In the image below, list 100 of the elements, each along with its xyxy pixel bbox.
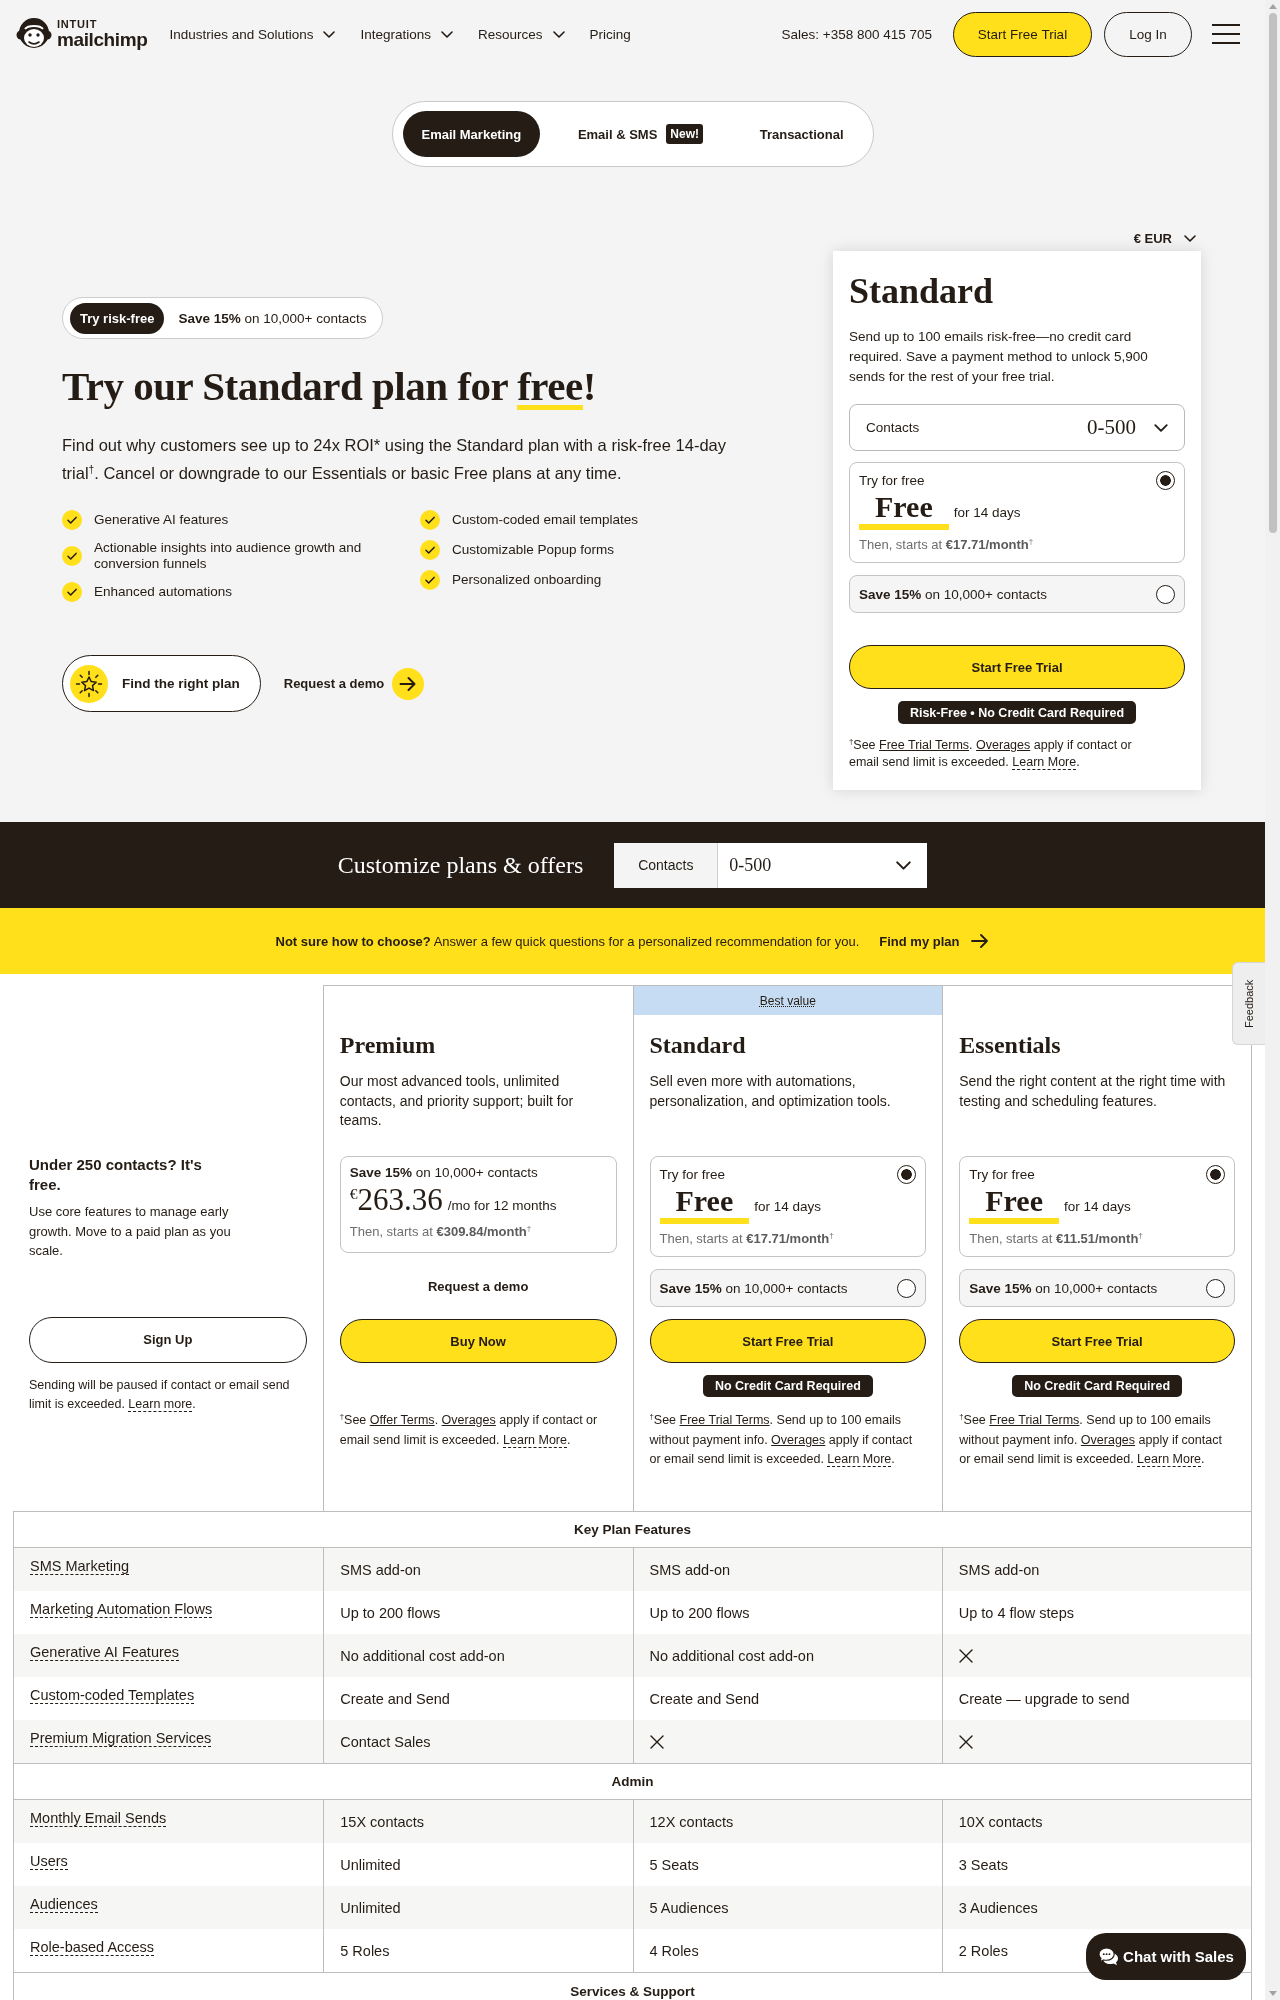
nav-item[interactable]: Pricing [589, 26, 631, 42]
feature-label[interactable]: Audiences [30, 1896, 98, 1913]
text-link[interactable]: Offer Terms [369, 1413, 435, 1427]
nav-item[interactable]: Resources [478, 26, 565, 42]
radio-button[interactable] [1156, 584, 1175, 604]
price-note: Then, starts at €11.51/month$^{†}$ [969, 1231, 1144, 1247]
cta-button[interactable]: Start Free Trial [959, 1319, 1235, 1363]
chevron-down-icon [1154, 423, 1168, 432]
price-period: /mo for 12 months [447, 1198, 557, 1213]
option-label: Try for free [659, 1166, 725, 1183]
cta-button[interactable]: Buy Now [339, 1319, 617, 1363]
footnote: $^{†}$See Free Trial Terms. Send up to 100 emails without payment info. Overages apply if contact or email send limit is exceeded. Learn More. [959, 1411, 1223, 1469]
radio-button[interactable] [1206, 1278, 1225, 1298]
plan-option[interactable]: Save 15% on 10,000+ contacts [959, 1269, 1235, 1307]
price-period: for 14 days [953, 505, 1021, 520]
radio-button[interactable] [1156, 471, 1175, 490]
plan-description: Sell even more with automations, personalization, and optimization tools. [649, 1072, 892, 1111]
feature-label[interactable]: Custom-coded Templates [30, 1687, 195, 1704]
option-label: Try for free [859, 472, 925, 489]
scrollbar[interactable] [1265, 0, 1280, 2000]
price: Free [969, 1186, 1059, 1224]
product-tab[interactable]: Email & SMS New! [558, 111, 722, 157]
check-icon [420, 540, 440, 560]
text-link[interactable]: Overages [441, 1413, 496, 1427]
scrollbar-thumb[interactable] [1268, 13, 1277, 533]
chevron-down-icon [896, 860, 912, 870]
tooltip-link[interactable]: Learn More [503, 1432, 567, 1448]
table-cell: SMS add-on [941, 1548, 1251, 1591]
contacts-select[interactable]: Contacts 0-500 [614, 842, 928, 888]
sign-up-button[interactable]: Sign Up [29, 1316, 307, 1363]
demo-link[interactable]: Request a demo [427, 1278, 529, 1294]
product-tab[interactable]: Transactional [740, 111, 863, 157]
no-card-tag: No Credit Card Required [702, 1375, 873, 1397]
feature-text: Custom-coded email templates [452, 512, 639, 528]
cta-button[interactable]: Start Free Trial [649, 1319, 927, 1363]
feature-label[interactable]: Generative AI Features [30, 1644, 180, 1661]
plan-name: Essentials [959, 1031, 1062, 1060]
text-link[interactable]: Overages [1080, 1432, 1136, 1447]
plan-name: Standard [649, 1031, 747, 1060]
sales-phone-link[interactable]: Sales: +358 800 415 705 [781, 26, 932, 42]
radio-button[interactable] [1206, 1165, 1225, 1184]
menu-icon[interactable] [1212, 24, 1240, 44]
table-cell: 10X contacts [941, 1800, 1251, 1843]
footnote: $^{†}$See Free Trial Terms. Send up to 100 emails without payment info. Overages apply if contact or email send limit is exceeded. Learn More. [649, 1411, 914, 1469]
find-plan-button[interactable]: Find the right plan [62, 655, 261, 712]
logo-link[interactable]: INTUIT mailchimp [16, 16, 148, 52]
cross-icon [958, 1734, 973, 1749]
plan-name: Premium [339, 1031, 437, 1060]
radio-button[interactable] [897, 1165, 917, 1184]
cross-icon [649, 1734, 664, 1749]
plan-description: Our most advanced tools, unlimited contacts, and priority support; built for teams. [339, 1072, 575, 1130]
section-header: Admin [14, 1763, 1251, 1800]
feature-label[interactable]: SMS Marketing [30, 1558, 130, 1575]
feature-label[interactable]: Premium Migration Services [30, 1730, 212, 1747]
no-card-tag: No Credit Card Required [1012, 1375, 1183, 1397]
feature-text: Generative AI features [94, 512, 229, 528]
table-cell: SMS add-on [632, 1548, 942, 1591]
table-cell: SMS add-on [323, 1548, 633, 1591]
text-link[interactable]: Overages [771, 1432, 826, 1447]
text-link[interactable]: Overages [976, 738, 1031, 752]
free-plan-title: Under 250 contacts? It's free. [29, 1155, 203, 1195]
no-card-tag: Risk-Free • No Credit Card Required [897, 701, 1137, 724]
nav-item[interactable]: Integrations [360, 26, 453, 42]
nav-item[interactable]: Industries and Solutions [169, 26, 336, 42]
plan-option[interactable]: Save 15% on 10,000+ contacts [849, 575, 1185, 613]
currency-select[interactable]: € EUR [1133, 225, 1196, 251]
contacts-select[interactable]: Contacts 0-500 [849, 404, 1185, 451]
plan-option[interactable]: Try for free Free for 14 days Then, starts at €17.71/month$^{†}$ [649, 1156, 927, 1258]
feature-label[interactable]: Users [30, 1853, 68, 1870]
radio-button[interactable] [897, 1278, 917, 1298]
table-cell: 5 Audiences [632, 1886, 942, 1929]
feature-label[interactable]: Role-based Access [30, 1939, 155, 1956]
text-link[interactable]: Free Trial Terms [679, 1413, 770, 1427]
plan-option[interactable]: Try for free Free for 14 days Then, starts at €11.51/month$^{†}$ [959, 1156, 1235, 1258]
product-tab[interactable]: Email Marketing [402, 111, 541, 157]
cta-button[interactable]: Start Free Trial [849, 645, 1185, 689]
check-icon [62, 582, 82, 602]
chat-button[interactable]: Chat with Sales [1086, 1933, 1246, 1980]
demo-link[interactable]: Request a demo [283, 667, 425, 700]
feature-label[interactable]: Marketing Automation Flows [30, 1601, 213, 1618]
hero-title: Try our Standard plan for free! [62, 362, 597, 412]
find-plan-link[interactable]: Find my plan [879, 933, 990, 949]
cta-button[interactable]: Start Free Trial [953, 11, 1092, 57]
arrow-right-icon [392, 667, 425, 700]
feedback-tab[interactable]: Feedback [1232, 962, 1265, 1045]
option-label: Try for free [969, 1166, 1035, 1183]
plan-option[interactable]: Save 15% on 10,000+ contacts [649, 1269, 927, 1307]
check-icon [62, 546, 82, 566]
price-period: for 14 days [1064, 1199, 1131, 1214]
hero-description: Find out why customers see up to 24x ROI* using the Standard plan with a risk-free 14-day trial$^{†}$. Cancel or downgrade to our Essentials or basic Free plans at any time. [62, 435, 727, 484]
feature-text: Actionable insights into audience growth and conversion funnels [94, 540, 363, 572]
feature-label[interactable]: Monthly Email Sends [30, 1810, 167, 1827]
plan-option[interactable]: Try for free Free for 14 days Then, starts at €17.71/month$^{†}$ [849, 462, 1185, 563]
section-header: Services & Support [14, 1972, 1251, 2000]
price-period: for 14 days [754, 1199, 822, 1214]
customize-title: Customize plans & offers [337, 851, 584, 879]
plan-description: Send the right content at the right time with testing and scheduling features. [959, 1072, 1227, 1111]
section-header: Key Plan Features [14, 1511, 1251, 1548]
tooltip-link[interactable]: Learn More [1137, 1452, 1202, 1467]
risk-free-tag: Try risk-free [70, 302, 165, 334]
